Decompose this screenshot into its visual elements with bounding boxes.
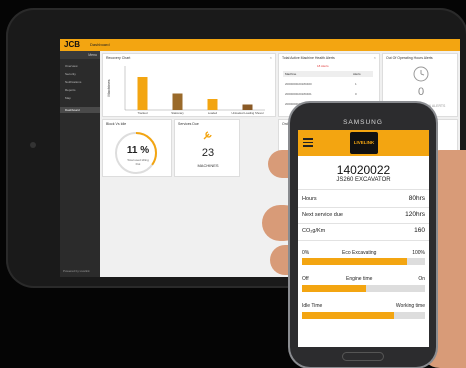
stat-label: Next service due	[302, 212, 343, 218]
divider	[298, 189, 429, 190]
divider	[298, 207, 429, 208]
stat-value: 160	[414, 227, 425, 234]
sidebar-item-notifications[interactable]: Notifications	[60, 79, 100, 85]
engine-time-bar	[302, 285, 425, 292]
bar-right-label: 100%	[412, 250, 425, 256]
idle-caption-2: Dot	[135, 162, 141, 166]
machine-model: JS260 EXCAVATOR	[336, 177, 391, 183]
services-due-caption: MACHINES	[197, 163, 219, 168]
bar-center-label: Eco Excavating	[342, 250, 377, 256]
panel-title: Total Active Machine Health Alerts	[282, 56, 335, 60]
bar[interactable]	[137, 77, 148, 110]
table-header: Machine Alerts	[283, 71, 373, 77]
bar-left-label: Idle Time	[302, 303, 323, 309]
machine-id: 14020022	[336, 163, 391, 177]
out-of-hours-value: 0	[417, 86, 425, 98]
x-tick-label: Unloaded Loading Shovel	[231, 111, 263, 115]
stat-value: 80hrs	[408, 195, 425, 202]
x-tick-label: Tracked	[138, 111, 148, 115]
idle-working-bar	[302, 312, 425, 319]
sidebar-item-overview[interactable]: Overview	[60, 63, 100, 69]
bar-center-label: Engine time	[346, 276, 373, 282]
app-title: Dashboard	[90, 42, 110, 47]
sidebar: Menu Overview Security Notifications Rep…	[60, 51, 100, 277]
services-due-value: 23	[201, 147, 215, 159]
stat-value: 120hrs	[405, 211, 425, 218]
services-due-panel: Services Due 23 MACHINES	[174, 119, 240, 177]
camera-icon	[30, 142, 36, 148]
close-icon[interactable]: ×	[374, 55, 376, 60]
panel-title: Out Of Operating Hours Alerts	[386, 56, 433, 60]
bar-left-label: 0%	[302, 250, 310, 256]
bar[interactable]	[207, 99, 218, 110]
jcb-logo: JCB	[64, 40, 81, 49]
x-tick-label: Stationary	[171, 111, 184, 115]
x-tick-label: Loaded	[208, 111, 218, 115]
stat-label: CO₂g/Km	[302, 228, 326, 234]
eco-progress-bar	[302, 258, 425, 265]
bar[interactable]	[242, 104, 253, 111]
bar-left-label: Off	[302, 276, 309, 282]
page-indicator[interactable]	[298, 344, 429, 347]
alerts-count: 18 Alerts	[317, 64, 329, 68]
divider	[298, 240, 429, 241]
livelink-logo: LIVELINK	[350, 132, 378, 154]
idle-percent: 11 %	[126, 145, 150, 156]
phone-device: SAMSUNG LIVELINK 14020022 JS260 EXCAVATO…	[290, 103, 436, 367]
phone-screen: LIVELINK 14020022 JS260 EXCAVATOR Hours …	[298, 130, 429, 347]
block-idle-panel: Block Vs Idle 11 % Total used Idling Dot	[102, 119, 172, 177]
stat-label: Hours	[302, 196, 317, 202]
y-axis-label: Machines	[106, 79, 111, 96]
phone-brand: SAMSUNG	[343, 119, 383, 126]
sidebar-item-security[interactable]: Security	[60, 71, 100, 77]
phone-app-header: LIVELINK	[298, 130, 429, 156]
app-header: JCB Dashboard	[60, 39, 460, 51]
panel-title: Services Due	[178, 122, 199, 126]
sidebar-footer: Powered by Livelink	[63, 269, 90, 273]
bar-right-label: On	[418, 276, 425, 282]
recovery-chart-panel: Recovery Chart × Machines Tracked Stationa…	[102, 53, 276, 117]
sidebar-item-dashboard[interactable]: Dashboard	[60, 107, 100, 113]
clock-icon	[413, 66, 429, 82]
wrench-icon	[203, 131, 212, 140]
menu-icon[interactable]	[303, 138, 313, 148]
home-button[interactable]	[342, 352, 384, 361]
recovery-bar-chart: Machines Tracked Stationary Loaded Unloaded …	[106, 66, 265, 115]
panel-title: Block Vs Idle	[106, 122, 127, 126]
sidebar-item-reports[interactable]: Reports	[60, 87, 100, 93]
divider	[298, 223, 429, 224]
bar-right-label: Working time	[395, 303, 425, 309]
bar[interactable]	[172, 93, 183, 111]
sidebar-header[interactable]: Menu	[60, 51, 100, 59]
sidebar-item-map[interactable]: Map	[60, 95, 100, 101]
